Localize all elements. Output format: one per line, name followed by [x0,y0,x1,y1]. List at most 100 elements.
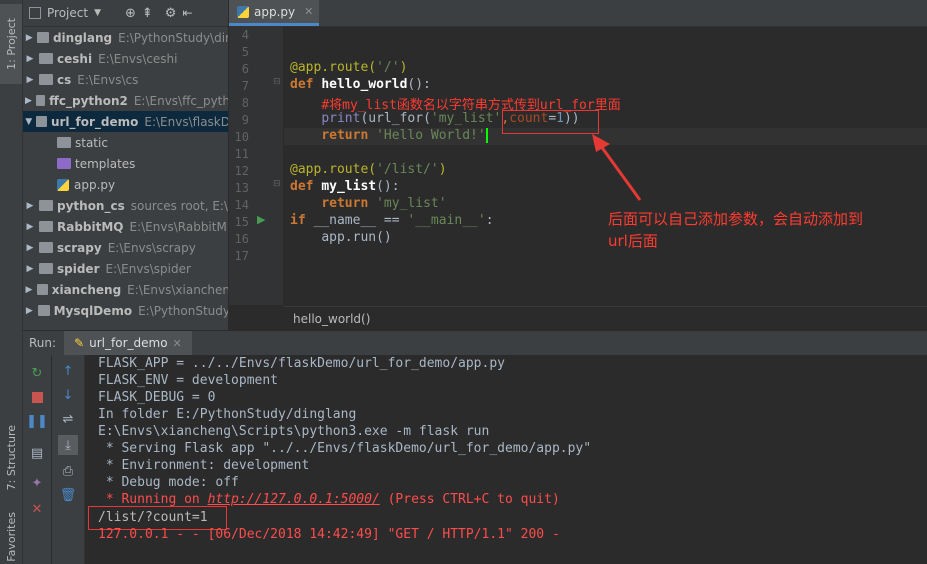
left-tool-strip: 1: Project 7: Structure Favorites [0,0,23,564]
gear-icon[interactable]: ⚙ [165,6,177,21]
tree-item[interactable]: ▶ ffc_python2 E:\Envs\ffc_pyth [23,90,228,111]
stop-icon[interactable] [29,389,45,405]
chevron-right-icon[interactable]: ▶ [25,285,33,295]
tree-item[interactable]: ▶ xiancheng E:\Envs\xianchen [23,279,228,300]
fold-icon[interactable]: ⊟ [273,77,281,87]
folder-icon [39,221,53,232]
arrow-up-icon[interactable]: ↑ [60,363,76,379]
run-console[interactable]: FLASK_APP = ../../Envs/flaskDemo/url_for… [85,355,927,564]
console-line: In folder E:/PythonStudy/dinglang [98,407,357,422]
view-dropdown-icon[interactable]: ▼ [94,8,101,18]
chevron-down-icon[interactable]: ▼ [25,117,32,127]
pin-icon[interactable]: ✦ [29,475,45,491]
tab-app-py[interactable]: app.py ✕ [229,0,319,26]
structure-tool-tab[interactable]: 7: Structure [0,415,22,500]
line-number: 8 [241,96,249,110]
chevron-right-icon[interactable]: ▶ [25,33,33,43]
chevron-right-icon[interactable]: ▶ [25,201,35,211]
restore-layout-icon[interactable]: ▤ [29,445,45,461]
line-number: 14 [234,198,249,212]
tree-item-path: E:\Envs\RabbitM [129,219,227,234]
tree-item[interactable]: ▶ MysqlDemo E:\PythonStudy [23,300,228,321]
collapse-icon[interactable]: ⇞ [142,6,153,21]
tree-item[interactable]: ▶ RabbitMQ E:\Envs\RabbitM [23,216,228,237]
chevron-right-icon[interactable]: ▶ [25,96,32,106]
tree-item[interactable]: ▶ scrapy E:\Envs\scrapy [23,237,228,258]
arrow-down-icon[interactable]: ↓ [60,387,76,403]
folder-icon [39,263,53,274]
close-icon[interactable]: ✕ [304,5,313,18]
run-gutter-icon[interactable]: ▶ [257,213,265,226]
tree-item-name: static [75,135,108,150]
close-icon[interactable]: ✕ [173,337,182,350]
project-tool-tab[interactable]: 1: Project [0,4,22,84]
breadcrumb-function[interactable]: hello_world() [293,312,370,326]
chevron-right-icon[interactable]: ▶ [25,75,35,85]
hide-icon[interactable]: ⇤ [182,6,192,20]
tree-item-path: E:\Envs\ceshi [98,51,178,66]
tree-item-path: E:\Envs\scrapy [107,240,196,255]
tree-item[interactable]: ▶ cs E:\Envs\cs [23,69,228,90]
chevron-right-icon[interactable]: ▶ [25,54,35,64]
tree-item-name: spider [57,261,100,276]
run-config-tab[interactable]: ✎ url_for_demo ✕ [64,331,192,355]
tree-item[interactable]: ▶ spider E:\Envs\spider [23,258,228,279]
code-line-15: if __name__ == '__main__': [290,213,494,228]
print-icon[interactable]: ⎙ [60,463,76,479]
folder-icon [57,158,71,169]
folder-icon [39,242,53,253]
pause-icon[interactable]: ❚❚ [26,413,48,429]
line-number: 13 [234,181,249,195]
close-icon[interactable]: ✕ [29,501,45,517]
tree-item-path: E:\Envs\cs [77,72,139,87]
trash-icon[interactable]: 🗑 [60,487,77,503]
folder-icon [57,137,71,148]
console-log-line: 127.0.0.1 - - [06/Dec/2018 14:42:49] "GE… [98,527,560,542]
code-line-6: @app.route('/') [290,60,408,75]
text-caret [485,128,488,143]
tree-item-name: ceshi [57,51,93,66]
tab-label: app.py [254,4,296,19]
tree-item[interactable]: app.py [23,174,228,195]
tree-item-path: E:\Envs\ffc_pyth [133,93,228,108]
code-line-16: app.run() [321,230,392,245]
tree-item-path: E:\Envs\xianchen [127,282,228,297]
chevron-right-icon[interactable]: ▶ [25,306,34,316]
tree-item-name: ffc_python2 [49,93,128,108]
line-number: 15 [234,215,249,229]
run-label: Run: [29,336,57,350]
tree-item-path: E:\Envs\flaskD [144,114,228,129]
run-toolbar-primary: ↻ ❚❚ ▤ ✦ ✕ [23,355,51,564]
tree-item[interactable]: ▶ ceshi E:\Envs\ceshi [23,48,228,69]
chevron-right-icon[interactable]: ▶ [25,222,35,232]
annotation-line-2: url后面 [608,232,658,250]
line-number: 5 [241,45,249,59]
favorites-tool-tab[interactable]: Favorites [0,510,22,564]
tree-item[interactable]: ▶ dinglang E:\PythonStudy\dir [23,27,228,48]
folder-icon [37,32,49,43]
scroll-to-end-icon[interactable]: ⤓ [58,435,78,455]
project-view-selector[interactable]: Project [47,6,88,20]
rerun-icon[interactable]: ↻ [29,365,45,381]
soft-wrap-icon[interactable]: ⇌ [60,411,76,427]
tree-item-path: sources root, E:\ [130,198,228,213]
server-url-link[interactable]: http://127.0.0.1:5000/ [208,492,380,507]
chevron-right-icon[interactable]: ▶ [25,243,35,253]
fold-icon[interactable]: ⊟ [273,179,281,189]
chevron-right-icon[interactable]: ▶ [25,264,35,274]
line-number: 11 [234,147,249,161]
line-number: 7 [241,79,249,93]
tree-item[interactable]: ▶ python_cs sources root, E:\ [23,195,228,216]
tree-item-path: E:\PythonStudy [138,303,228,318]
tree-item[interactable]: templates [23,153,228,174]
line-number: 10 [234,130,249,144]
console-line: FLASK_ENV = development [98,373,279,388]
breadcrumb[interactable]: hello_world() [284,306,927,330]
code-line-10: return 'Hello World!' [321,128,488,143]
python-file-icon [237,5,249,18]
sync-icon[interactable]: ⊕ [125,6,136,21]
tree-item[interactable]: ▼ url_for_demo E:\Envs\flaskD [23,111,228,132]
folder-icon [37,305,50,316]
tree-item[interactable]: static [23,132,228,153]
favorites-tool-tab-label: Favorites [4,512,18,562]
